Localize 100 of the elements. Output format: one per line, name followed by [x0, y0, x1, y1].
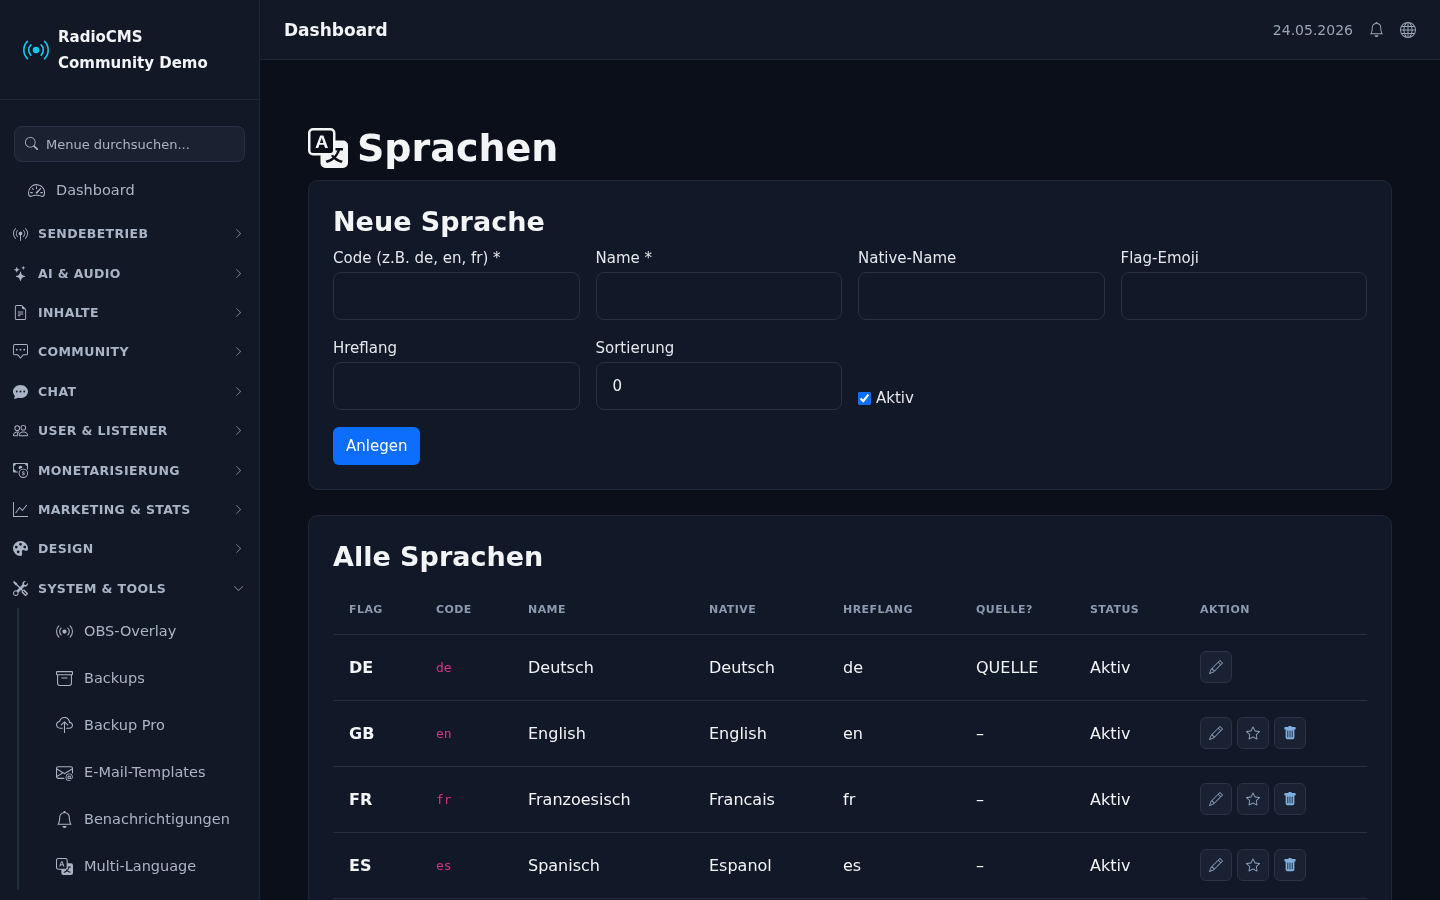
money-icon	[13, 462, 28, 478]
top-bar-title: Dashboard	[284, 19, 388, 40]
speedometer-icon	[28, 181, 45, 199]
column-header: NATIVE	[693, 586, 827, 634]
input-field[interactable]	[858, 272, 1105, 320]
table-cell: Franzoesisch	[512, 766, 693, 832]
column-header: CODE	[420, 586, 512, 634]
table-cell: de	[827, 634, 960, 700]
envelope-icon	[56, 763, 73, 781]
pencil-icon	[1209, 726, 1223, 740]
table-cell: English	[512, 700, 693, 766]
nav-section[interactable]: INHALTE	[0, 292, 259, 333]
nav-item[interactable]: OBS-Overlay	[19, 607, 259, 655]
input-field[interactable]: 0	[595, 362, 842, 410]
table-cell: de	[420, 634, 512, 700]
nav-section[interactable]: USER & LISTENER	[0, 410, 259, 451]
pencil-icon	[1209, 858, 1223, 872]
table-cell: fr	[827, 766, 960, 832]
create-button[interactable]: Anlegen	[333, 427, 421, 465]
table-cell: Aktiv	[1074, 832, 1184, 898]
nav-section[interactable]: COMMUNITY	[0, 332, 259, 372]
delete-button[interactable]	[1274, 717, 1306, 749]
column-header: FLAG	[333, 586, 420, 634]
table-cell: fr	[420, 766, 512, 832]
table-cell: en	[827, 700, 960, 766]
table-cell: ES	[333, 832, 420, 898]
nav-section[interactable]: MONETARISIERUNG	[0, 450, 259, 490]
card-title: Alle Sprachen	[333, 540, 544, 574]
speech-bubble-icon	[13, 344, 28, 360]
column-header: NAME	[512, 586, 693, 634]
brand-name: RadioCMS Community Demo	[58, 26, 209, 74]
tools-icon	[13, 580, 28, 596]
table-cell: FR	[333, 766, 420, 832]
globe-icon[interactable]	[1400, 21, 1416, 38]
nav-item[interactable]: E-Mail-Templates	[19, 748, 259, 796]
checkbox-label: Aktiv	[876, 389, 914, 407]
star-button[interactable]	[1237, 717, 1269, 749]
nav-item[interactable]: Benachrichtigungen	[19, 795, 259, 843]
table-cell: Spanisch	[512, 832, 693, 898]
broadcast-icon	[56, 622, 73, 640]
table-cell: Deutsch	[693, 634, 827, 700]
delete-button[interactable]	[1274, 783, 1306, 815]
chat-icon	[13, 383, 28, 399]
translate-icon	[56, 857, 73, 875]
edit-button[interactable]	[1200, 717, 1232, 749]
translate-icon	[308, 128, 348, 168]
people-icon	[13, 423, 28, 439]
nav-section[interactable]: SENDEBETRIEB	[0, 214, 259, 254]
line-chart-icon	[13, 501, 28, 517]
active-checkbox[interactable]	[858, 391, 871, 405]
column-header: AKTION	[1184, 586, 1367, 634]
palette-icon	[13, 541, 28, 557]
input-field[interactable]	[333, 362, 580, 410]
field-label: Hreflang	[333, 338, 397, 359]
archive-icon	[56, 669, 73, 687]
document-icon	[13, 304, 28, 320]
table-cell: es	[827, 832, 960, 898]
edit-button[interactable]	[1200, 849, 1232, 881]
delete-button[interactable]	[1274, 849, 1306, 881]
nav-section[interactable]: AI & AUDIO	[0, 253, 259, 293]
star-icon	[1246, 858, 1260, 872]
input-field[interactable]	[1120, 272, 1367, 320]
star-icon	[1246, 726, 1260, 740]
table-cell: QUELLE	[960, 634, 1074, 700]
nav-item[interactable]: Multi-Language	[19, 842, 259, 890]
search-field[interactable]: Menue durchsuchen...	[14, 126, 245, 162]
bell-icon	[56, 810, 73, 828]
antenna-icon	[13, 226, 28, 242]
nav-section[interactable]: SYSTEM & TOOLS	[0, 568, 259, 608]
table-cell: English	[693, 700, 827, 766]
nav-item[interactable]: Backups	[19, 654, 259, 702]
trash-icon	[1283, 726, 1297, 740]
star-icon	[1246, 792, 1260, 806]
table-cell: Francais	[693, 766, 827, 832]
column-header: HREFLANG	[827, 586, 960, 634]
table-cell: Aktiv	[1074, 700, 1184, 766]
edit-button[interactable]	[1200, 651, 1232, 683]
input-field[interactable]	[595, 272, 842, 320]
nav-section[interactable]: CHAT	[0, 371, 259, 411]
star-button[interactable]	[1237, 849, 1269, 881]
pencil-icon	[1209, 792, 1223, 806]
field-label: Flag-Emoji	[1120, 248, 1200, 269]
table-cell: GB	[333, 700, 420, 766]
nav-section[interactable]: MARKETING & STATS	[0, 489, 259, 530]
nav-section[interactable]: DESIGN	[0, 529, 259, 569]
star-button[interactable]	[1237, 783, 1269, 815]
nav-item[interactable]: Backup Pro	[19, 701, 259, 749]
page-title: Sprachen	[357, 126, 559, 170]
trash-icon	[1283, 858, 1297, 872]
dashboard-link[interactable]: Dashboard	[0, 170, 147, 210]
table-cell: Deutsch	[512, 634, 693, 700]
edit-button[interactable]	[1200, 783, 1232, 815]
sparkles-icon	[13, 265, 28, 281]
card-title: Neue Sprache	[333, 205, 545, 239]
bell-icon[interactable]	[1369, 22, 1384, 37]
table-cell: –	[960, 700, 1074, 766]
table-cell: Aktiv	[1074, 766, 1184, 832]
date-text: 24.05.2026	[1272, 21, 1353, 38]
field-label: Name *	[595, 248, 653, 269]
input-field[interactable]	[333, 272, 580, 320]
